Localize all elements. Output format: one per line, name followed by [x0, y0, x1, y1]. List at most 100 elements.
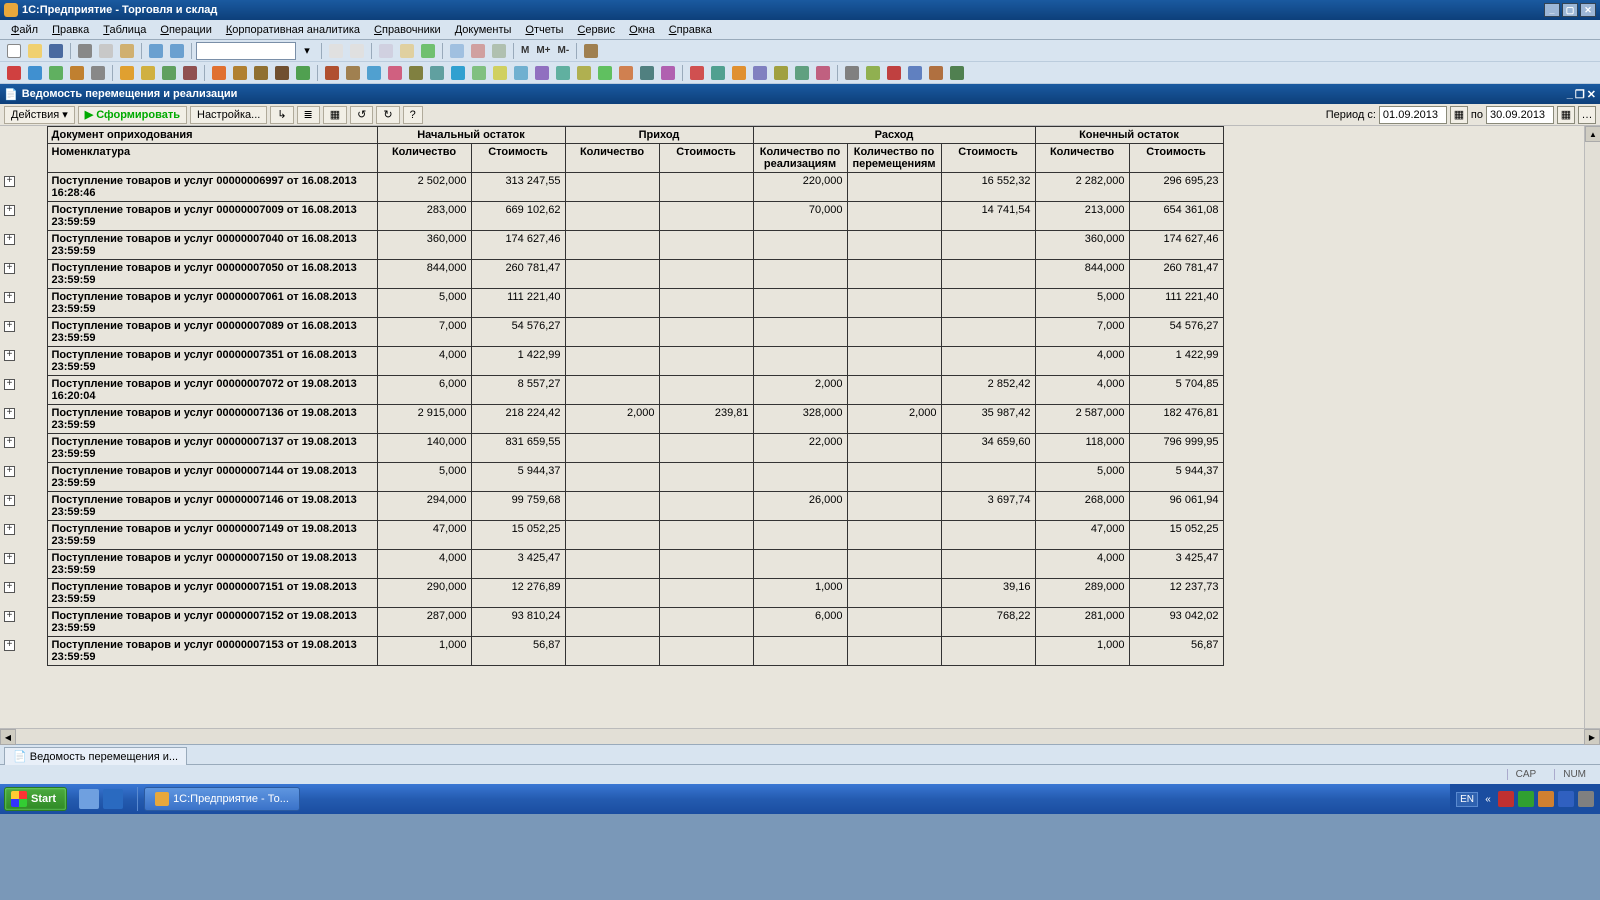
menu-item[interactable]: Файл — [4, 22, 45, 38]
find-icon[interactable] — [326, 42, 346, 60]
toolbar-icon[interactable] — [947, 64, 967, 82]
table-row[interactable]: +Поступление товаров и услуг 00000007061… — [0, 289, 1223, 318]
mdi-restore-button[interactable]: ❐ — [1575, 88, 1585, 101]
refresh-icon[interactable]: ↺ — [350, 106, 373, 124]
table-row[interactable]: +Поступление товаров и услуг 00000007150… — [0, 550, 1223, 579]
mdi-minimize-button[interactable]: _ — [1567, 88, 1573, 101]
save-icon[interactable] — [46, 42, 66, 60]
paste-icon[interactable] — [117, 42, 137, 60]
tree-collapse-icon[interactable]: ↳ — [270, 106, 293, 124]
menu-item[interactable]: Правка — [45, 22, 96, 38]
toolbar-icon[interactable] — [251, 64, 271, 82]
expand-icon[interactable]: + — [0, 202, 19, 231]
redo-icon[interactable] — [167, 42, 187, 60]
toolbar-icon[interactable] — [230, 64, 250, 82]
toolbar-icon[interactable] — [469, 64, 489, 82]
grid-icon[interactable] — [397, 42, 417, 60]
menu-item[interactable]: Документы — [448, 22, 519, 38]
tools-icon[interactable] — [581, 42, 601, 60]
menu-item[interactable]: Сервис — [570, 22, 622, 38]
undo-icon[interactable] — [146, 42, 166, 60]
dropdown-icon[interactable]: ▾ — [297, 42, 317, 60]
taskbar-app-button[interactable]: 1С:Предприятие - То... — [144, 787, 300, 811]
toolbar-icon[interactable] — [385, 64, 405, 82]
tray-expand-icon[interactable]: « — [1482, 791, 1494, 807]
expand-icon[interactable]: + — [0, 463, 19, 492]
setup-button[interactable]: Настройка... — [190, 106, 267, 124]
expand-icon[interactable]: + — [0, 289, 19, 318]
toolbar-icon[interactable] — [658, 64, 678, 82]
menu-item[interactable]: Справка — [662, 22, 719, 38]
table-row[interactable]: +Поступление товаров и услуг 00000007144… — [0, 463, 1223, 492]
expand-icon[interactable]: + — [0, 405, 19, 434]
table-row[interactable]: +Поступление товаров и услуг 00000007137… — [0, 434, 1223, 463]
date-to-calendar-icon[interactable]: ▦ — [1557, 106, 1575, 124]
toolbar-icon[interactable] — [490, 64, 510, 82]
tray-icon-3[interactable] — [1538, 791, 1554, 807]
form-button[interactable]: ▶Сформировать — [78, 106, 187, 124]
toolbar-icon[interactable] — [553, 64, 573, 82]
open-icon[interactable] — [25, 42, 45, 60]
calc-icon[interactable] — [376, 42, 396, 60]
expand-icon[interactable]: + — [0, 579, 19, 608]
menu-item[interactable]: Окна — [622, 22, 662, 38]
table-row[interactable]: +Поступление товаров и услуг 00000007152… — [0, 608, 1223, 637]
toolbar-icon[interactable] — [67, 64, 87, 82]
expand-icon[interactable]: + — [0, 260, 19, 289]
browser-icon[interactable] — [103, 789, 123, 809]
grid-view-icon[interactable]: ▦ — [323, 106, 347, 124]
expand-icon[interactable]: + — [0, 492, 19, 521]
table-row[interactable]: +Поступление товаров и услуг 00000007050… — [0, 260, 1223, 289]
new-icon[interactable] — [4, 42, 24, 60]
toolbar-icon[interactable] — [884, 64, 904, 82]
toolbar-icon[interactable] — [616, 64, 636, 82]
cal-green-icon[interactable] — [418, 42, 438, 60]
toolbar-icon[interactable] — [427, 64, 447, 82]
vertical-scrollbar[interactable]: ▲ — [1584, 126, 1600, 728]
restore-icon[interactable]: ↻ — [376, 106, 399, 124]
menu-item[interactable]: Операции — [153, 22, 218, 38]
report-grid[interactable]: Документ оприходования Начальный остаток… — [0, 126, 1224, 666]
start-button[interactable]: Start — [4, 787, 67, 811]
toolbar-icon[interactable] — [905, 64, 925, 82]
toolbar-icon[interactable] — [574, 64, 594, 82]
toolbar-icon[interactable] — [364, 64, 384, 82]
toolbar-icon[interactable] — [729, 64, 749, 82]
table-row[interactable]: +Поступление товаров и услуг 00000007072… — [0, 376, 1223, 405]
toolbar-icon[interactable] — [272, 64, 292, 82]
mdi-tab-report[interactable]: 📄 Ведомость перемещения и... — [4, 747, 187, 765]
toolbar-icon[interactable] — [138, 64, 158, 82]
date-from-input[interactable] — [1379, 106, 1447, 124]
console-icon[interactable] — [489, 42, 509, 60]
toolbar-icon[interactable] — [532, 64, 552, 82]
mplus-label[interactable]: M+ — [533, 45, 553, 56]
menu-item[interactable]: Таблица — [96, 22, 153, 38]
period-ellipsis-button[interactable]: … — [1578, 106, 1596, 124]
expand-icon[interactable]: + — [0, 550, 19, 579]
m-label[interactable]: M — [518, 45, 532, 56]
help-icon[interactable]: ? — [403, 106, 423, 124]
toolbar-icon[interactable] — [46, 64, 66, 82]
table-row[interactable]: +Поступление товаров и услуг 00000007136… — [0, 405, 1223, 434]
scroll-left-icon[interactable]: ◀ — [0, 729, 16, 745]
toolbar-icon[interactable] — [926, 64, 946, 82]
toolbar-icon[interactable] — [842, 64, 862, 82]
chart-icon[interactable] — [468, 42, 488, 60]
menu-item[interactable]: Корпоративная аналитика — [219, 22, 367, 38]
toolbar-icon[interactable] — [813, 64, 833, 82]
mminus-label[interactable]: M- — [555, 45, 573, 56]
tray-icon-4[interactable] — [1558, 791, 1574, 807]
toolbar-icon[interactable] — [180, 64, 200, 82]
show-desktop-icon[interactable] — [79, 789, 99, 809]
window-maximize-button[interactable]: ▢ — [1562, 3, 1578, 17]
toolbar-icon[interactable] — [792, 64, 812, 82]
toolbar-icon[interactable] — [750, 64, 770, 82]
scroll-up-icon[interactable]: ▲ — [1585, 126, 1600, 142]
expand-icon[interactable]: + — [0, 521, 19, 550]
cut-icon[interactable] — [75, 42, 95, 60]
tray-icon-5[interactable] — [1578, 791, 1594, 807]
toolbar-icon[interactable] — [117, 64, 137, 82]
menu-item[interactable]: Отчеты — [518, 22, 570, 38]
expand-icon[interactable]: + — [0, 231, 19, 260]
table-row[interactable]: +Поступление товаров и услуг 00000007040… — [0, 231, 1223, 260]
